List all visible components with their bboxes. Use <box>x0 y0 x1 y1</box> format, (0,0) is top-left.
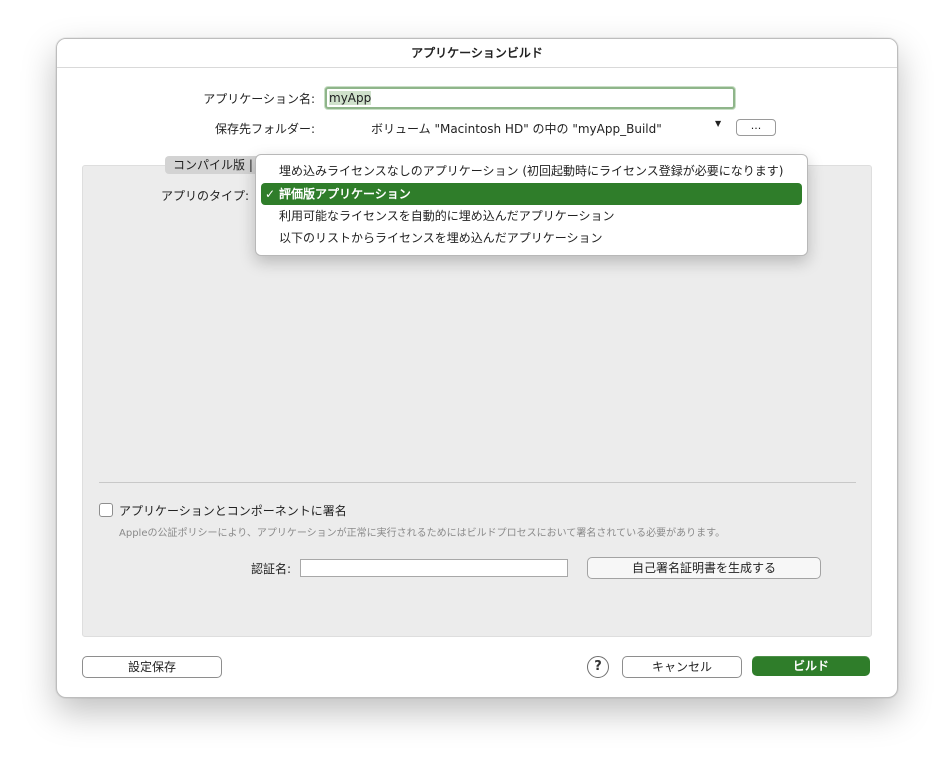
menu-item-label: 埋め込みライセンスなしのアプリケーション (初回起動時にライセンス登録が必要にな… <box>279 164 784 178</box>
app-type-label: アプリのタイプ: <box>160 189 249 203</box>
menu-item-evaluation[interactable]: ✓ 評価版アプリケーション <box>261 183 802 205</box>
app-name-input[interactable]: myApp <box>325 87 735 109</box>
menu-item-no-license[interactable]: 埋め込みライセンスなしのアプリケーション (初回起動時にライセンス登録が必要にな… <box>261 160 802 182</box>
app-type-dropdown-menu: 埋め込みライセンスなしのアプリケーション (初回起動時にライセンス登録が必要にな… <box>255 154 808 256</box>
cert-name-label: 認証名: <box>250 562 291 576</box>
save-settings-button[interactable]: 設定保存 <box>82 656 222 678</box>
tab-compiled[interactable]: コンパイル版 | <box>165 156 261 174</box>
app-name-value: myApp <box>329 91 372 105</box>
window-title: アプリケーションビルド <box>57 39 897 68</box>
sign-checkbox[interactable] <box>99 503 113 517</box>
build-dialog: アプリケーションビルド アプリケーション名: myApp 保存先フォルダー: ボ… <box>56 38 898 698</box>
menu-item-list-license[interactable]: 以下のリストからライセンスを埋め込んだアプリケーション <box>261 227 802 249</box>
menu-item-label: 評価版アプリケーション <box>279 187 411 201</box>
dest-folder-popup[interactable]: ボリューム "Macintosh HD" の中の "myApp_Build" <box>371 120 662 137</box>
generate-certificate-button[interactable]: 自己署名証明書を生成する <box>587 557 821 579</box>
menu-item-label: 以下のリストからライセンスを埋め込んだアプリケーション <box>279 231 603 245</box>
cert-name-input[interactable] <box>300 559 568 577</box>
dest-folder-label: 保存先フォルダー: <box>214 122 315 136</box>
sign-checkbox-label[interactable]: アプリケーションとコンポーネントに署名 <box>119 502 347 519</box>
build-button[interactable]: ビルド <box>752 656 870 676</box>
help-button[interactable]: ? <box>587 656 609 678</box>
menu-item-label: 利用可能なライセンスを自動的に埋め込んだアプリケーション <box>279 209 615 223</box>
sign-note: Appleの公証ポリシーにより、アプリケーションが正常に実行されるためにはビルド… <box>119 528 726 539</box>
browse-button[interactable]: ... <box>736 119 776 136</box>
menu-item-auto-license[interactable]: 利用可能なライセンスを自動的に埋め込んだアプリケーション <box>261 205 802 227</box>
checkmark-icon: ✓ <box>265 187 276 201</box>
tab-compiled-label: コンパイル版 <box>173 158 246 172</box>
section-divider <box>99 482 856 483</box>
popup-arrow-icon: ▼ <box>715 119 722 128</box>
app-name-label: アプリケーション名: <box>203 92 315 106</box>
cancel-button[interactable]: キャンセル <box>622 656 742 678</box>
